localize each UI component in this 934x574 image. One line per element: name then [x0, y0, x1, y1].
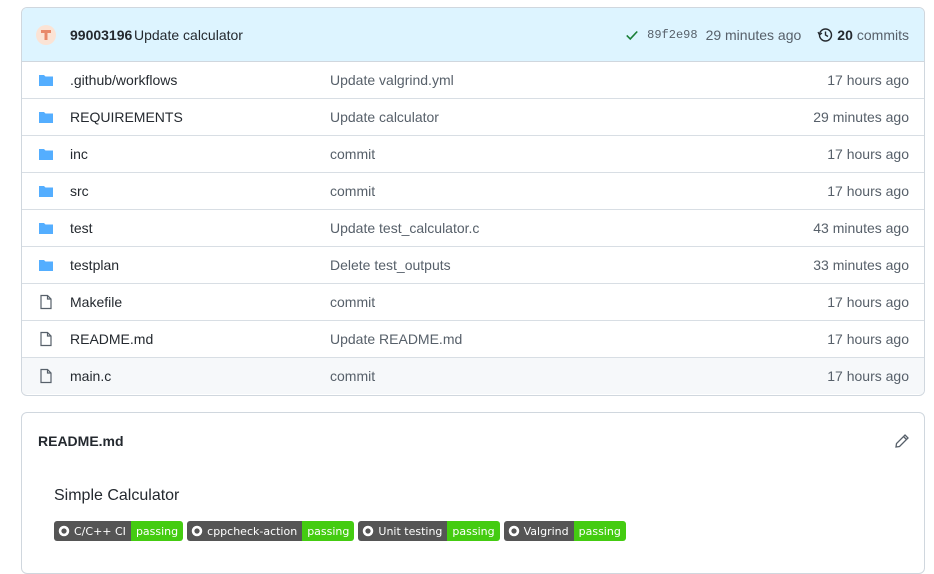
folder-icon — [38, 109, 54, 125]
github-icon — [363, 525, 374, 537]
badge-ci[interactable]: C/C++ CI passing — [54, 521, 184, 541]
file-age: 17 hours ago — [827, 331, 909, 347]
badge-cppcheck[interactable]: cppcheck-action passing — [187, 521, 355, 541]
file-age: 17 hours ago — [827, 368, 909, 384]
file-age: 43 minutes ago — [813, 220, 909, 236]
badge-row: C/C++ CI passing cppcheck-action passing… — [54, 521, 626, 541]
readme-panel: README.md Simple Calculator C/C++ CI pas… — [21, 412, 925, 574]
file-commit-message[interactable]: Update valgrind.yml — [330, 72, 454, 88]
badge-label: cppcheck-action — [207, 524, 298, 538]
pencil-icon[interactable] — [894, 433, 910, 449]
file-commit-message[interactable]: Update README.md — [330, 331, 462, 347]
github-icon — [191, 525, 203, 537]
file-age: 17 hours ago — [827, 72, 909, 88]
file-name[interactable]: testplan — [70, 257, 119, 273]
folder-icon — [38, 220, 54, 236]
file-row[interactable]: inc commit 17 hours ago — [22, 135, 924, 172]
folder-icon — [38, 146, 54, 162]
check-icon[interactable] — [625, 28, 639, 42]
file-list: .github/workflows Update valgrind.yml 17… — [22, 62, 924, 394]
github-icon — [58, 525, 70, 537]
badge-status: passing — [302, 521, 355, 541]
file-browser: 99003196 Update calculator 89f2e98 29 mi… — [21, 7, 925, 396]
file-row[interactable]: REQUIREMENTS Update calculator 29 minute… — [22, 98, 924, 135]
commit-time[interactable]: 29 minutes ago — [706, 27, 802, 43]
file-age: 33 minutes ago — [813, 257, 909, 273]
file-commit-message[interactable]: Update test_calculator.c — [330, 220, 479, 236]
folder-icon — [38, 183, 54, 199]
file-row[interactable]: src commit 17 hours ago — [22, 172, 924, 209]
file-icon — [38, 331, 54, 347]
file-name[interactable]: .github/workflows — [70, 72, 177, 88]
file-name[interactable]: src — [70, 183, 89, 199]
file-row[interactable]: Makefile commit 17 hours ago — [22, 283, 924, 320]
file-commit-message[interactable]: Update calculator — [330, 109, 439, 125]
file-row[interactable]: .github/workflows Update valgrind.yml 17… — [22, 62, 924, 98]
file-commit-message[interactable]: Delete test_outputs — [330, 257, 451, 273]
commit-count-label[interactable]: commits — [857, 27, 909, 43]
commit-author[interactable]: 99003196 — [70, 27, 132, 43]
folder-icon — [38, 72, 54, 88]
commit-sha[interactable]: 89f2e98 — [647, 28, 697, 42]
history-icon[interactable] — [817, 27, 833, 43]
badge-unit-testing[interactable]: Unit testing passing — [358, 521, 500, 541]
github-icon — [508, 525, 519, 537]
file-name[interactable]: test — [70, 220, 93, 236]
avatar[interactable] — [36, 25, 56, 45]
file-name[interactable]: REQUIREMENTS — [70, 109, 183, 125]
file-age: 29 minutes ago — [813, 109, 909, 125]
badge-status: passing — [447, 521, 500, 541]
file-commit-message[interactable]: commit — [330, 294, 375, 310]
project-title: Simple Calculator — [54, 487, 180, 504]
file-row[interactable]: test Update test_calculator.c 43 minutes… — [22, 209, 924, 246]
file-row[interactable]: README.md Update README.md 17 hours ago — [22, 320, 924, 357]
file-age: 17 hours ago — [827, 183, 909, 199]
badge-label: Valgrind — [523, 524, 569, 538]
file-icon — [38, 368, 54, 384]
file-name[interactable]: README.md — [70, 331, 153, 347]
file-commit-message[interactable]: commit — [330, 183, 375, 199]
badge-status: passing — [573, 521, 626, 541]
file-row[interactable]: testplan Delete test_outputs 33 minutes … — [22, 246, 924, 283]
file-commit-message[interactable]: commit — [330, 368, 375, 384]
badge-label: C/C++ CI — [74, 524, 126, 538]
file-icon — [38, 294, 54, 310]
folder-icon — [38, 257, 54, 273]
file-name[interactable]: Makefile — [70, 294, 122, 310]
badge-status: passing — [130, 521, 184, 541]
readme-header: README.md — [22, 413, 924, 467]
file-age: 17 hours ago — [827, 294, 909, 310]
commit-meta: 89f2e98 29 minutes ago 20 commits — [625, 27, 909, 43]
file-age: 17 hours ago — [827, 146, 909, 162]
file-row[interactable]: main.c commit 17 hours ago — [22, 357, 924, 394]
readme-content: Simple Calculator C/C++ CI passing cppch… — [54, 487, 626, 541]
file-commit-message[interactable]: commit — [330, 146, 375, 162]
file-name[interactable]: main.c — [70, 368, 111, 384]
readme-title[interactable]: README.md — [38, 433, 124, 449]
commit-message[interactable]: Update calculator — [134, 27, 243, 43]
badge-label: Unit testing — [378, 524, 443, 538]
commit-count[interactable]: 20 — [837, 27, 853, 43]
badge-valgrind[interactable]: Valgrind passing — [503, 521, 626, 541]
file-name[interactable]: inc — [70, 146, 88, 162]
latest-commit-bar: 99003196 Update calculator 89f2e98 29 mi… — [22, 8, 924, 62]
